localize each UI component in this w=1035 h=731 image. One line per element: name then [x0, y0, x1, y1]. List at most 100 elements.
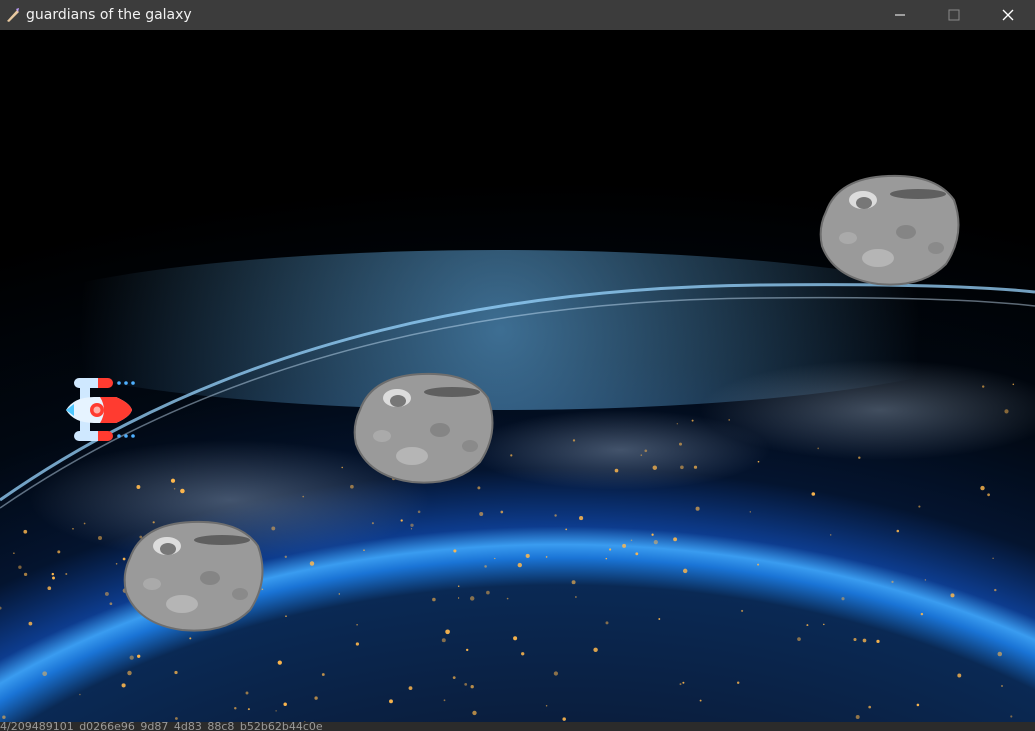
game-canvas[interactable]: [0, 30, 1035, 722]
city-light: [285, 615, 287, 618]
city-light: [314, 696, 318, 700]
minimize-button[interactable]: [873, 0, 927, 30]
city-light: [728, 419, 731, 421]
city-light: [640, 454, 643, 456]
city-light: [658, 618, 661, 620]
asteroid-icon[interactable]: [352, 370, 496, 486]
city-light: [630, 539, 633, 541]
close-button[interactable]: [981, 0, 1035, 30]
city-light: [651, 533, 654, 536]
asteroid-icon[interactable]: [122, 518, 266, 634]
city-light: [136, 485, 141, 489]
city-light: [500, 510, 504, 514]
city-light: [994, 588, 997, 592]
city-light: [174, 670, 178, 675]
city-light: [510, 454, 513, 457]
city-light: [572, 439, 576, 442]
city-light: [284, 555, 287, 558]
city-light: [23, 529, 28, 534]
city-light: [479, 511, 484, 517]
city-light: [445, 629, 450, 635]
city-light: [18, 565, 22, 569]
city-light: [682, 681, 685, 684]
city-light: [302, 495, 305, 498]
city-light: [47, 586, 52, 591]
city-light: [695, 506, 700, 511]
city-light: [453, 549, 457, 553]
city-light: [452, 676, 456, 680]
city-light: [987, 493, 990, 497]
city-light: [876, 639, 880, 644]
city-light: [465, 648, 469, 652]
city-light: [797, 637, 801, 641]
maximize-button[interactable]: [927, 0, 981, 30]
city-light: [545, 705, 548, 707]
city-light: [565, 528, 568, 531]
city-light: [464, 683, 468, 686]
city-light: [338, 593, 341, 595]
city-light: [673, 537, 678, 542]
city-light: [858, 456, 861, 459]
close-icon: [1002, 9, 1014, 21]
city-light: [823, 623, 825, 626]
city-light: [682, 568, 688, 574]
status-bar: 4/209489101_d0266e96_9d87_4d83_88c8_b52b…: [0, 722, 1035, 731]
window-title: guardians of the galaxy: [26, 7, 192, 23]
city-light: [371, 522, 374, 525]
asteroid-icon[interactable]: [818, 172, 962, 288]
city-light: [679, 442, 682, 446]
city-light: [1004, 409, 1009, 414]
city-light: [652, 465, 658, 470]
city-light: [57, 550, 61, 554]
city-light: [950, 593, 955, 598]
city-light: [79, 693, 81, 696]
city-light: [517, 562, 522, 568]
city-light: [470, 685, 474, 689]
city-light: [13, 552, 15, 555]
city-light: [571, 580, 576, 585]
city-light: [608, 548, 612, 551]
city-light: [363, 549, 365, 552]
city-light: [1000, 684, 1004, 688]
city-light: [83, 522, 86, 525]
city-light: [170, 478, 176, 483]
spaceship-icon[interactable]: [64, 375, 144, 445]
city-light: [757, 460, 760, 463]
city-light: [104, 591, 109, 596]
city-light: [699, 699, 702, 702]
city-light: [441, 638, 446, 643]
city-light: [741, 609, 744, 612]
city-light: [355, 642, 360, 646]
city-light: [916, 703, 920, 707]
app-icon: [7, 8, 19, 22]
city-light: [52, 576, 55, 580]
city-light: [757, 563, 760, 566]
city-light: [245, 691, 249, 695]
city-light: [817, 447, 820, 450]
city-light: [23, 572, 28, 577]
city-light: [484, 565, 487, 568]
city-light: [51, 572, 55, 576]
city-light: [644, 449, 648, 453]
city-light: [443, 699, 446, 702]
city-light: [65, 572, 68, 576]
city-light: [506, 597, 509, 600]
city-light: [891, 580, 894, 584]
city-light: [321, 673, 325, 676]
city-light: [115, 563, 118, 565]
city-light: [806, 624, 809, 627]
city-light: [356, 623, 358, 626]
city-light: [457, 597, 460, 599]
city-light: [811, 492, 816, 496]
city-light: [605, 621, 609, 625]
city-light: [1010, 715, 1013, 718]
city-light: [175, 717, 178, 720]
city-light: [341, 466, 343, 469]
city-light: [121, 683, 126, 688]
city-light: [277, 660, 282, 665]
city-light: [691, 419, 694, 422]
city-light: [736, 681, 740, 684]
minimize-icon: [895, 14, 905, 16]
city-light: [389, 699, 393, 704]
city-light: [853, 637, 857, 642]
